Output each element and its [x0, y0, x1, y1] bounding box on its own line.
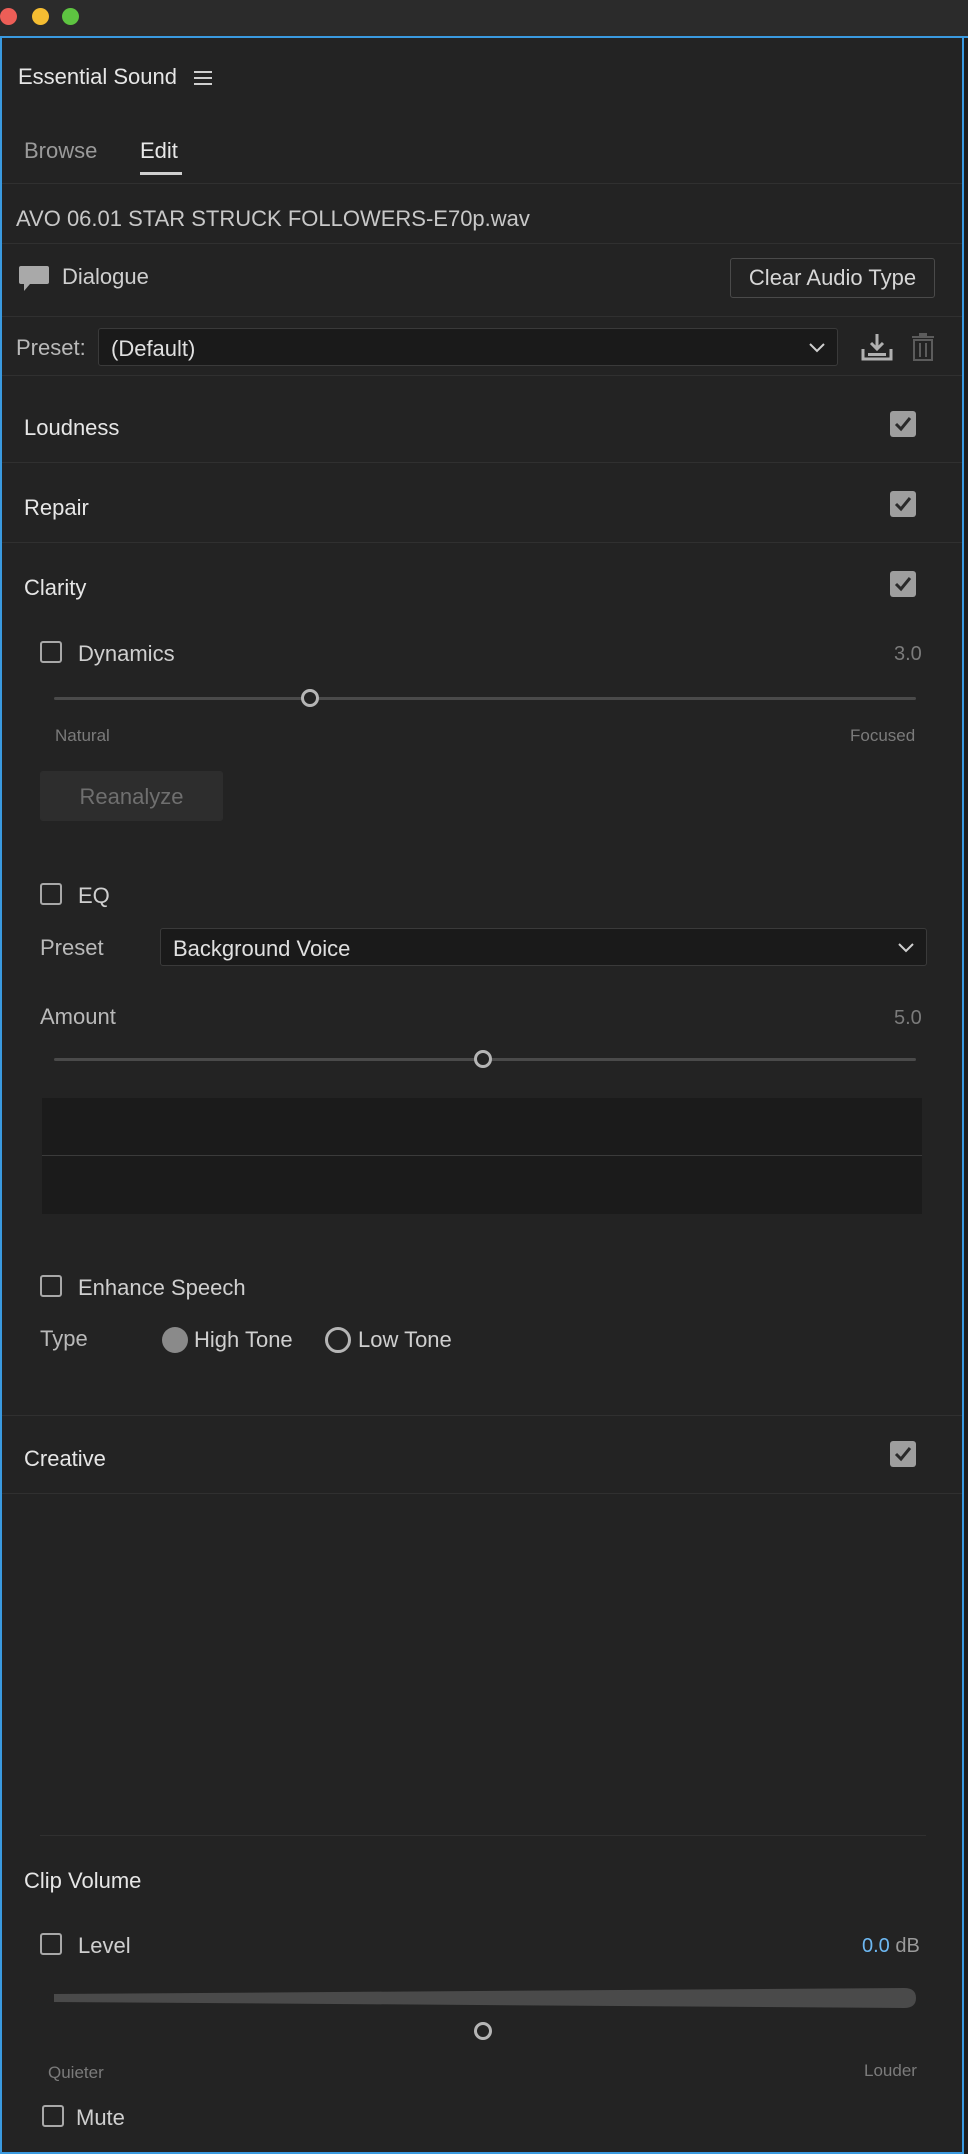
window-titlebar	[0, 0, 968, 38]
creative-section-header[interactable]: Creative	[24, 1446, 106, 1472]
level-slider-track[interactable]	[54, 1988, 916, 2008]
delete-preset-icon[interactable]	[910, 332, 936, 367]
chevron-down-icon	[809, 340, 825, 358]
dialogue-icon	[18, 264, 50, 299]
preset-dropdown[interactable]: (Default)	[98, 328, 838, 366]
low-tone-label: Low Tone	[358, 1327, 452, 1352]
low-tone-radio[interactable]	[325, 1327, 351, 1353]
chevron-down-icon	[898, 940, 914, 958]
divider	[2, 542, 962, 543]
zoom-window-button[interactable]	[62, 8, 79, 25]
divider	[2, 375, 962, 376]
dynamics-min-label: Natural	[55, 726, 110, 745]
eq-preset-value: Background Voice	[173, 936, 351, 961]
level-checkbox[interactable]	[40, 1933, 62, 1955]
high-tone-radio[interactable]	[162, 1327, 188, 1353]
eq-amount-label: Amount	[40, 1004, 116, 1029]
divider	[2, 1415, 962, 1416]
dynamics-slider-handle[interactable]	[301, 689, 319, 707]
dynamics-label: Dynamics	[78, 641, 175, 666]
level-min-label: Quieter	[48, 2063, 104, 2082]
clip-volume-header: Clip Volume	[24, 1868, 142, 1893]
repair-section-header[interactable]: Repair	[24, 495, 89, 521]
preset-label: Preset:	[16, 335, 86, 360]
enhance-speech-label: Enhance Speech	[78, 1275, 246, 1300]
mute-label: Mute	[76, 2105, 125, 2130]
close-window-button[interactable]	[0, 8, 17, 25]
level-unit: dB	[895, 1935, 920, 1957]
dynamics-value: 3.0	[894, 643, 922, 665]
dynamics-slider-track[interactable]	[54, 697, 916, 700]
eq-curve-display	[42, 1098, 922, 1214]
divider	[2, 462, 962, 463]
repair-enable-checkbox[interactable]	[890, 491, 916, 517]
dynamics-max-label: Focused	[850, 726, 916, 745]
tab-edit[interactable]: Edit	[140, 138, 178, 164]
active-tab-indicator	[140, 172, 182, 175]
panel-title: Essential Sound	[18, 64, 177, 89]
clip-file-name: AVO 06.01 STAR STRUCK FOLLOWERS-E70p.wav	[16, 206, 530, 231]
enhance-speech-type-label: Type	[40, 1326, 88, 1351]
eq-preset-dropdown[interactable]: Background Voice	[160, 928, 927, 966]
reanalyze-button[interactable]: Reanalyze	[40, 771, 223, 821]
high-tone-label: High Tone	[194, 1327, 293, 1352]
clarity-enable-checkbox[interactable]	[890, 571, 916, 597]
divider	[2, 183, 962, 184]
clarity-section-header[interactable]: Clarity	[24, 575, 86, 601]
clear-audio-type-button[interactable]: Clear Audio Type	[730, 258, 935, 298]
level-readout: 0.0 dB	[862, 1935, 920, 1958]
level-slider-handle[interactable]	[474, 2022, 492, 2040]
dynamics-checkbox[interactable]	[40, 641, 62, 663]
minimize-window-button[interactable]	[32, 8, 49, 25]
panel-menu-icon[interactable]	[194, 70, 212, 91]
eq-checkbox[interactable]	[40, 883, 62, 905]
audio-type-label: Dialogue	[62, 264, 149, 289]
divider	[2, 243, 962, 244]
creative-enable-checkbox[interactable]	[890, 1441, 916, 1467]
divider	[2, 316, 962, 317]
preset-value: (Default)	[111, 336, 196, 361]
level-value[interactable]: 0.0	[862, 1935, 890, 1957]
mute-checkbox[interactable]	[42, 2105, 64, 2127]
tab-browse[interactable]: Browse	[24, 138, 97, 164]
divider	[40, 1835, 926, 1836]
eq-curve-baseline	[42, 1155, 922, 1156]
level-max-label: Louder	[864, 2061, 917, 2080]
eq-amount-value: 5.0	[894, 1007, 922, 1029]
eq-label: EQ	[78, 883, 110, 908]
enhance-speech-checkbox[interactable]	[40, 1275, 62, 1297]
save-preset-icon[interactable]	[860, 332, 894, 367]
level-label: Level	[78, 1933, 131, 1958]
loudness-section-header[interactable]: Loudness	[24, 415, 119, 441]
eq-preset-label: Preset	[40, 935, 104, 960]
divider	[2, 1493, 962, 1494]
loudness-enable-checkbox[interactable]	[890, 411, 916, 437]
eq-amount-slider-handle[interactable]	[474, 1050, 492, 1068]
essential-sound-panel: Essential Sound Browse Edit AVO 06.01 ST…	[0, 38, 964, 2154]
